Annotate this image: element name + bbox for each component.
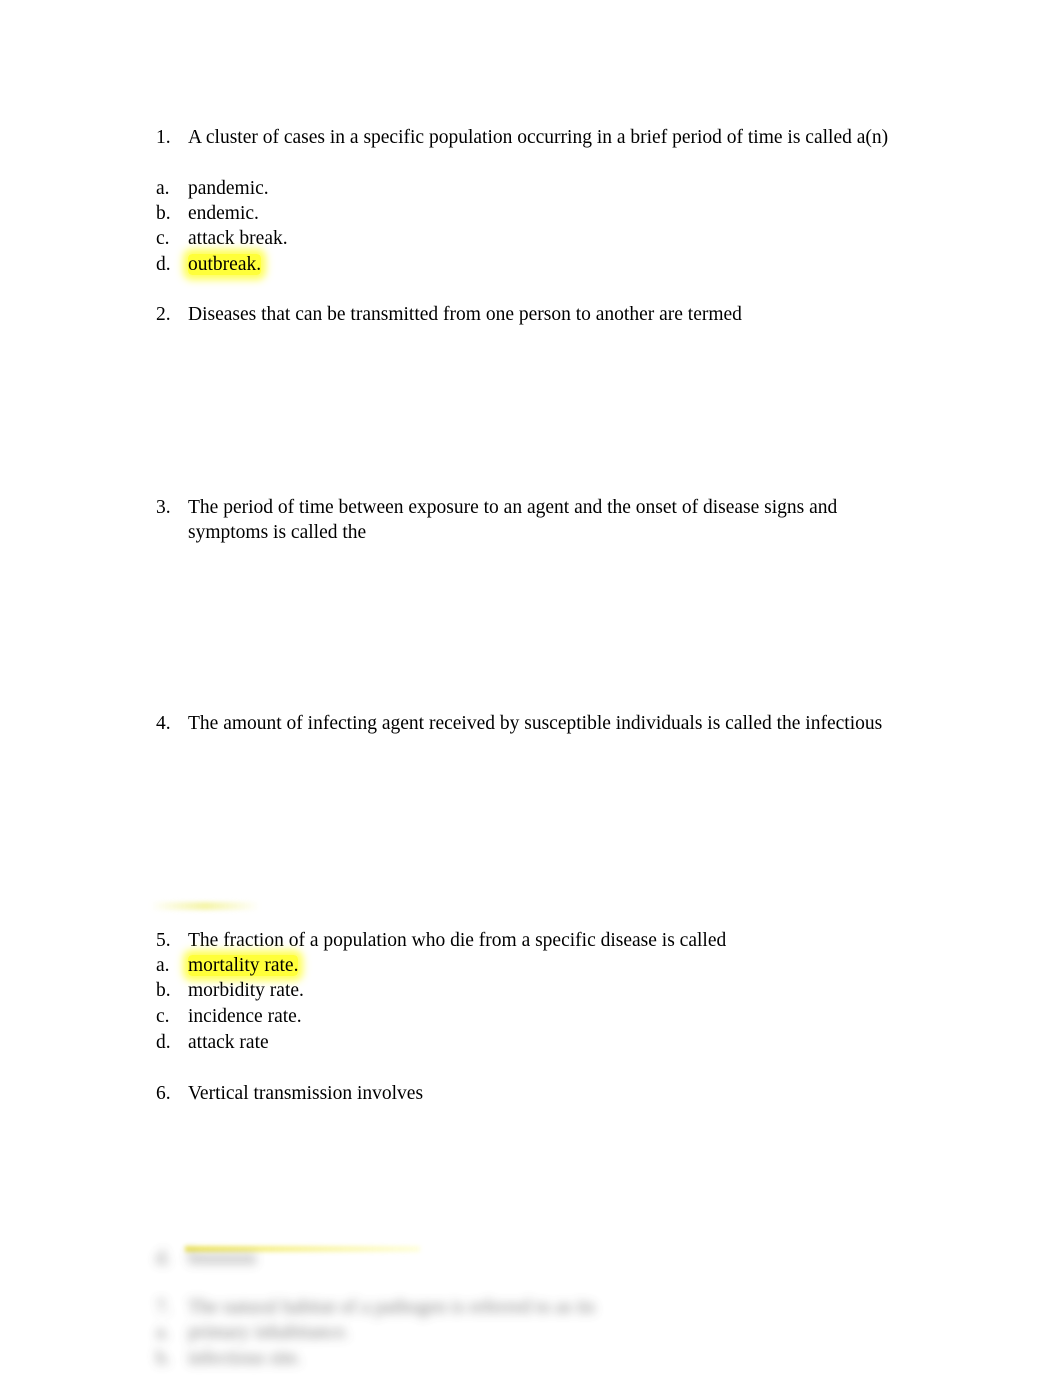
highlighted-answer: outbreak. xyxy=(188,254,262,275)
option-letter: c. xyxy=(156,1006,170,1027)
question-3-continued: symptoms is called the xyxy=(156,520,366,545)
highlighted-answer: mortality rate. xyxy=(188,955,299,976)
option-1a: a. pandemic. xyxy=(156,176,269,201)
question-number: 6. xyxy=(156,1083,171,1104)
question-number: 3. xyxy=(156,497,171,518)
option-letter: c. xyxy=(156,228,170,249)
question-number: 2. xyxy=(156,304,171,325)
blurred-line: d. bnnnnnn xyxy=(156,1248,257,1269)
blurred-answer-strip xyxy=(150,902,260,910)
question-number: 1. xyxy=(156,127,171,148)
option-5b: b. morbidity rate. xyxy=(156,978,304,1003)
question-1: 1. A cluster of cases in a specific popul… xyxy=(156,125,888,150)
option-5a: a. mortality rate. xyxy=(156,953,299,978)
question-5: 5. The fraction of a population who die f… xyxy=(156,928,726,953)
option-letter: a. xyxy=(156,955,170,976)
option-text: incidence rate. xyxy=(188,1006,302,1027)
blurred-line: a. primary inhabitance. xyxy=(156,1322,350,1343)
option-letter: a. xyxy=(156,178,170,199)
question-text: symptoms is called the xyxy=(188,522,367,543)
question-text: Diseases that can be transmitted from on… xyxy=(188,304,742,325)
option-text: attack rate xyxy=(188,1032,269,1053)
question-4: 4. The amount of infecting agent received… xyxy=(156,711,882,736)
option-1b: b. endemic. xyxy=(156,201,259,226)
question-number: 5. xyxy=(156,930,171,951)
option-text: pandemic. xyxy=(188,178,269,199)
option-text: endemic. xyxy=(188,203,259,224)
question-text: A cluster of cases in a specific populat… xyxy=(188,127,889,148)
question-text: The amount of infecting agent received b… xyxy=(188,713,883,734)
question-text: The fraction of a population who die fro… xyxy=(188,930,727,951)
question-text: The period of time between exposure to a… xyxy=(188,497,838,518)
option-1d: d. outbreak. xyxy=(156,252,262,277)
question-number: 4. xyxy=(156,713,171,734)
option-letter: d. xyxy=(156,1032,171,1053)
option-5c: c. incidence rate. xyxy=(156,1004,302,1029)
blurred-preview: d. bnnnnnn 7. The natural habitat of a pat… xyxy=(0,1240,1062,1377)
option-letter: b. xyxy=(156,980,171,1001)
option-letter: b. xyxy=(156,203,171,224)
question-6: 6. Vertical transmission involves xyxy=(156,1081,423,1106)
option-letter: d. xyxy=(156,254,171,275)
question-text: Vertical transmission involves xyxy=(188,1083,424,1104)
option-5d: d. attack rate xyxy=(156,1030,269,1055)
blurred-line: b. infectious site. xyxy=(156,1348,302,1369)
question-3: 3. The period of time between exposure to… xyxy=(156,495,837,520)
blurred-line: 7. The natural habitat of a pathogen is r… xyxy=(156,1297,596,1318)
option-text: morbidity rate. xyxy=(188,980,304,1001)
question-2: 2. Diseases that can be transmitted from … xyxy=(156,302,742,327)
option-text: attack break. xyxy=(188,228,288,249)
option-1c: c. attack break. xyxy=(156,226,288,251)
